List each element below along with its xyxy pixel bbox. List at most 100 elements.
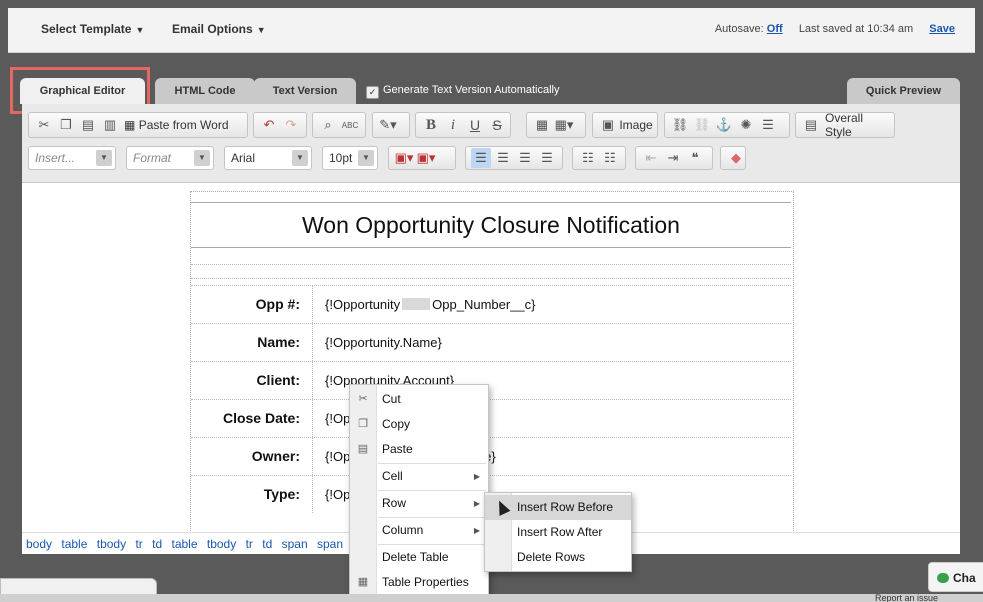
field-value[interactable]: {!Opportunity Opp_Number__c}: [325, 286, 536, 323]
context-item-paste[interactable]: ▤ Paste: [350, 437, 488, 462]
font-size-select[interactable]: 10pt ▼: [322, 146, 378, 170]
submenu-item-insert-row-after[interactable]: Insert Row After: [485, 520, 631, 545]
table-options-icon[interactable]: ▦▾: [554, 115, 574, 135]
numbered-list-icon[interactable]: ☷: [600, 148, 620, 168]
context-menu: ✂ Cut ❐ Copy ▤ Paste Cell ▶ Row ▶ Column ▶ Del…: [349, 384, 489, 597]
table-row[interactable]: Opp #: {!Opportunity Opp_Number__c}: [191, 285, 791, 323]
field-value[interactable]: {!Opportunity.Name}: [325, 324, 442, 361]
path-crumb[interactable]: tr: [246, 537, 253, 551]
dropdown-arrow-icon: ▼: [96, 150, 112, 166]
context-item-copy[interactable]: ❐ Copy: [350, 412, 488, 437]
path-crumb[interactable]: tbody: [207, 537, 236, 551]
table-row[interactable]: Client: {!Opportunity.Account}: [191, 361, 791, 399]
text-color-icon[interactable]: ▣▾: [394, 148, 414, 168]
paste-from-word-button[interactable]: ▦ Paste from Word: [122, 115, 231, 135]
unlink-icon[interactable]: ⛓: [692, 115, 712, 135]
path-crumb[interactable]: td: [152, 537, 162, 551]
overall-style-button[interactable]: ▤ Overall Style: [795, 111, 895, 139]
field-label: Opp #:: [191, 286, 313, 323]
autosave-toggle-link[interactable]: Off: [767, 23, 783, 35]
image-label: Image: [619, 118, 653, 132]
submenu-arrow-icon: ▶: [473, 472, 480, 481]
paste-text-icon[interactable]: ▥: [100, 115, 120, 135]
copy-icon[interactable]: ❐: [56, 115, 76, 135]
bullet-list-icon[interactable]: ☷: [578, 148, 598, 168]
submenu-item-delete-rows[interactable]: Delete Rows: [485, 545, 631, 570]
italic-button[interactable]: i: [443, 115, 463, 135]
path-crumb[interactable]: tbody: [97, 537, 126, 551]
path-crumb[interactable]: td: [262, 537, 272, 551]
path-crumb[interactable]: table: [172, 537, 198, 551]
generate-text-checkbox[interactable]: ✓ Generate Text Version Automatically: [366, 84, 560, 99]
context-item-cut[interactable]: ✂ Cut: [350, 387, 488, 412]
table-row[interactable]: Name: {!Opportunity.Name}: [191, 323, 791, 361]
context-item-delete-table[interactable]: Delete Table: [350, 545, 488, 570]
table-row[interactable]: Owner: {!Opme}: [191, 437, 791, 475]
redo-icon[interactable]: ↷: [281, 115, 301, 135]
path-crumb[interactable]: span: [317, 537, 343, 551]
editor-panel: ✂ ❐ ▤ ▥ ▦ Paste from Word ↶ ↷ ⌕ ABC ✎▾ B…: [22, 104, 960, 554]
font-select-value: Arial: [231, 151, 256, 165]
anchor-icon[interactable]: ⚓: [714, 115, 734, 135]
tab-text-version[interactable]: Text Version: [254, 78, 356, 104]
cut-icon[interactable]: ✂: [34, 115, 54, 135]
strikethrough-button[interactable]: S: [487, 115, 507, 135]
path-crumb[interactable]: tr: [135, 537, 142, 551]
flash-icon[interactable]: ✺: [736, 115, 756, 135]
path-crumb[interactable]: body: [26, 537, 52, 551]
insert-select[interactable]: Insert... ▼: [28, 146, 116, 170]
email-title[interactable]: Won Opportunity Closure Notification: [191, 202, 791, 248]
field-value[interactable]: {!Op: [325, 476, 350, 513]
path-crumb[interactable]: span: [282, 537, 308, 551]
context-item-label: Delete Table: [382, 550, 449, 564]
paste-icon: ▤: [357, 443, 369, 455]
eraser-icon[interactable]: ◆: [726, 148, 746, 168]
context-item-table-properties[interactable]: ▦ Table Properties: [350, 570, 488, 595]
tab-html-code[interactable]: HTML Code: [155, 78, 255, 104]
select-template-label: Select Template: [41, 22, 132, 36]
report-issue-link[interactable]: Report an issue: [875, 593, 983, 602]
bold-button[interactable]: B: [421, 115, 441, 135]
table-icon[interactable]: ▦: [532, 115, 552, 135]
outdent-icon[interactable]: ⇤: [641, 148, 661, 168]
context-item-label: Insert Row After: [517, 525, 603, 539]
spell-options-icon[interactable]: ✎▾: [378, 115, 398, 135]
context-item-row[interactable]: Row ▶: [350, 491, 488, 516]
context-item-cell[interactable]: Cell ▶: [350, 464, 488, 489]
style-icon: ▤: [804, 117, 818, 132]
chat-button[interactable]: Cha: [928, 562, 983, 592]
font-select[interactable]: Arial ▼: [224, 146, 312, 170]
align-center-icon[interactable]: ☰: [493, 148, 513, 168]
undo-icon[interactable]: ↶: [259, 115, 279, 135]
align-right-icon[interactable]: ☰: [515, 148, 535, 168]
caret-down-icon: ▼: [256, 25, 266, 35]
field-value[interactable]: {!Op: [325, 400, 350, 437]
spellcheck-icon[interactable]: ABC: [340, 115, 360, 135]
format-select[interactable]: Format ▼: [126, 146, 214, 170]
blockquote-icon[interactable]: ❝: [685, 148, 705, 168]
save-link[interactable]: Save: [929, 23, 955, 35]
submenu-arrow-icon: ▶: [473, 499, 480, 508]
background-color-icon[interactable]: ▣▾: [416, 148, 436, 168]
top-bar: Select Template ▼ Email Options ▼ Autosave…: [8, 8, 975, 53]
link-icon[interactable]: ⛓: [670, 115, 690, 135]
field-label: Close Date:: [191, 400, 313, 437]
context-item-column[interactable]: Column ▶: [350, 518, 488, 543]
document-canvas[interactable]: Won Opportunity Closure Notification Opp…: [22, 183, 960, 532]
quick-preview-button[interactable]: Quick Preview: [847, 78, 960, 104]
indent-icon[interactable]: ⇥: [663, 148, 683, 168]
underline-button[interactable]: U: [465, 115, 485, 135]
email-options-menu[interactable]: Email Options ▼: [172, 22, 266, 36]
table-row[interactable]: Close Date: {!Op: [191, 399, 791, 437]
find-icon[interactable]: ⌕: [318, 115, 338, 135]
path-crumb[interactable]: table: [61, 537, 87, 551]
align-justify-icon[interactable]: ☰: [537, 148, 557, 168]
align-left-icon[interactable]: ☰: [471, 148, 491, 168]
horizontal-rule-icon[interactable]: ☰: [758, 115, 778, 135]
cut-icon: ✂: [358, 393, 368, 405]
generate-text-label: Generate Text Version Automatically: [383, 84, 560, 96]
paste-icon[interactable]: ▤: [78, 115, 98, 135]
image-icon: ▣: [601, 117, 615, 132]
image-button[interactable]: ▣ Image: [592, 112, 658, 138]
select-template-menu[interactable]: Select Template ▼: [41, 22, 144, 36]
